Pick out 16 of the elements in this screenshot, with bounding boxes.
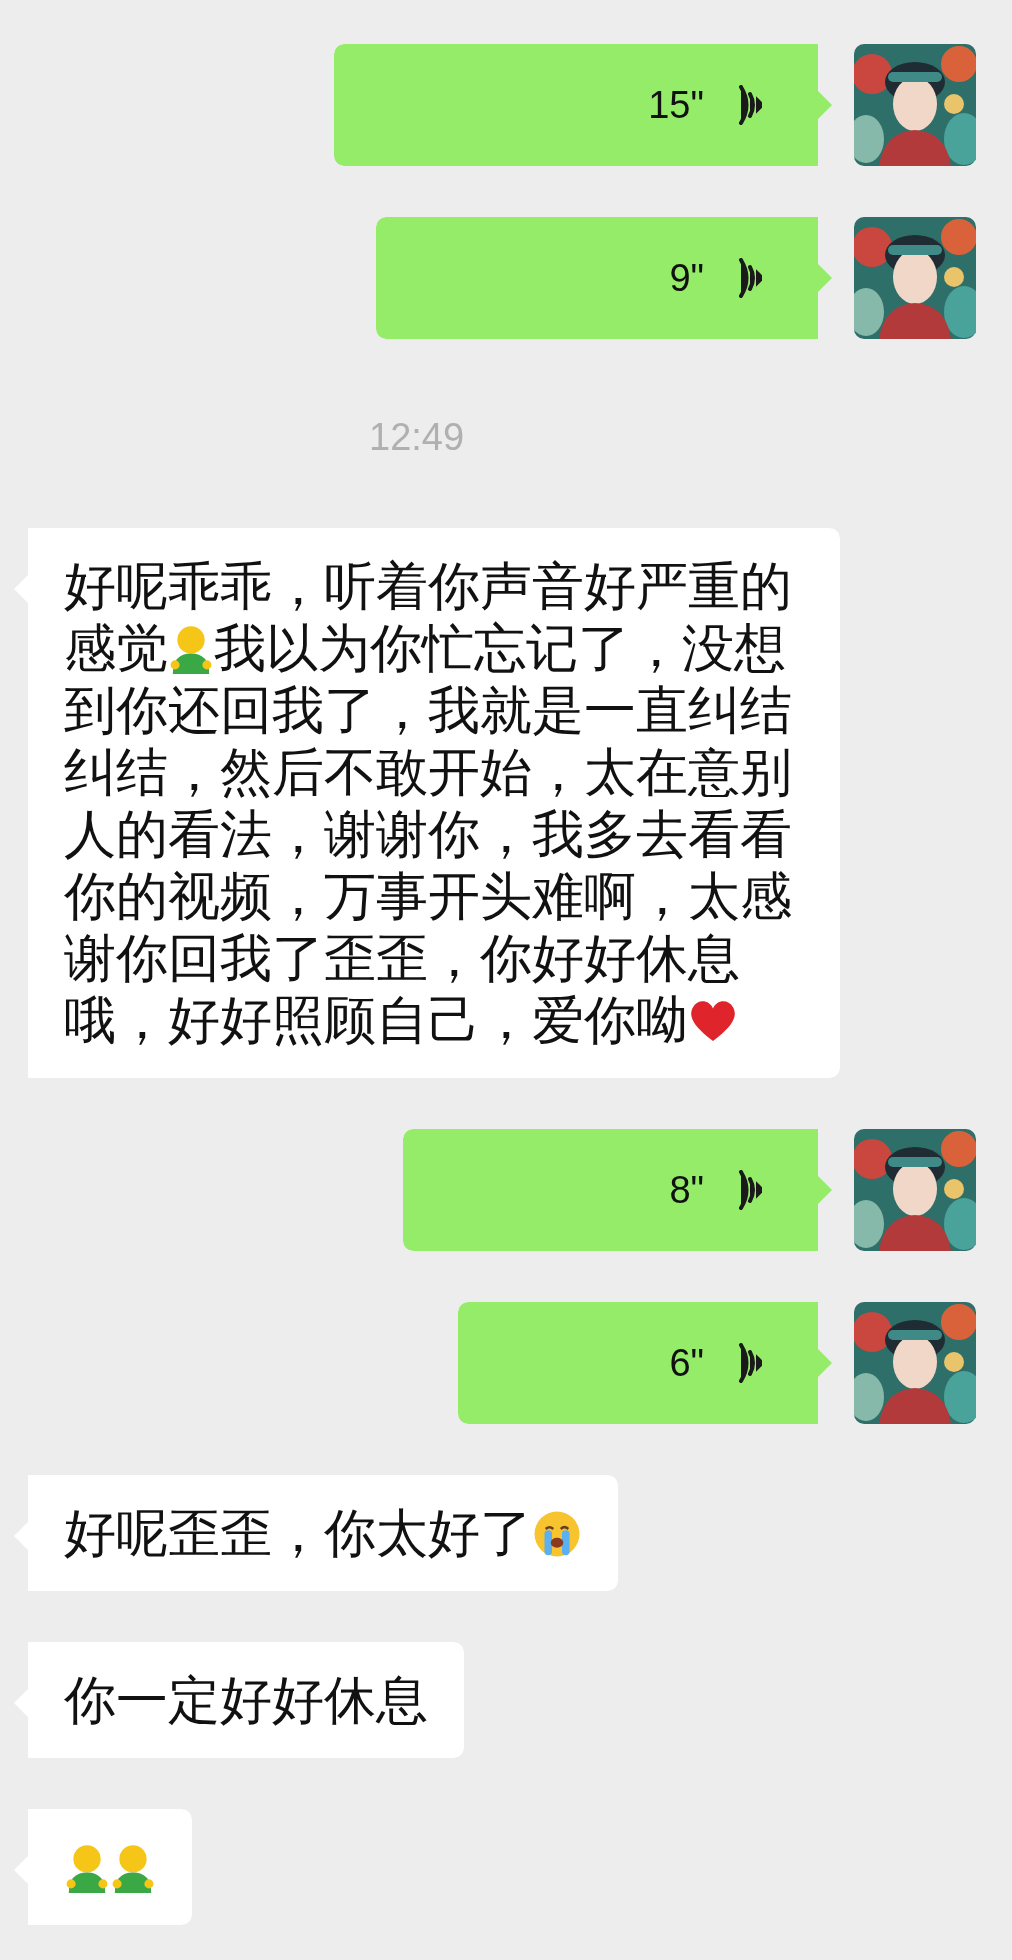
voice-message-bubble[interactable]: 6" (458, 1302, 832, 1424)
message-bubble: 好呢歪歪，你太好了 (14, 1475, 618, 1591)
figure-emoji-icon (168, 624, 214, 674)
message-bubble: 你一定好好休息 (14, 1642, 464, 1758)
bubble-tail (818, 264, 832, 292)
crying-emoji-icon (532, 1509, 582, 1559)
voice-message-bubble[interactable]: 8" (403, 1129, 832, 1251)
bubble-tail (818, 1349, 832, 1377)
voice-message-bubble[interactable]: 15" (334, 44, 832, 166)
voice-message-bubble[interactable]: 9" (376, 217, 832, 339)
bubble-tail (818, 91, 832, 119)
bubble-tail (818, 1176, 832, 1204)
figure-emoji-icon (110, 1843, 156, 1893)
message-bubble: 好呢乖乖，听着你声音好严重的感觉 我以为你忙忘记了，没想到你还回我了，我就是一直纠结纠结，然后不敢开始，太在意别人的看法，谢谢你，我多去看看你的视频，万事开头难啊，太感谢你回我了歪歪，你好好休息哦，好好照顾自己，爱你呦 (14, 528, 840, 1078)
figure-emoji-icon (64, 1843, 110, 1893)
timestamp: 12:49 (368, 416, 466, 459)
